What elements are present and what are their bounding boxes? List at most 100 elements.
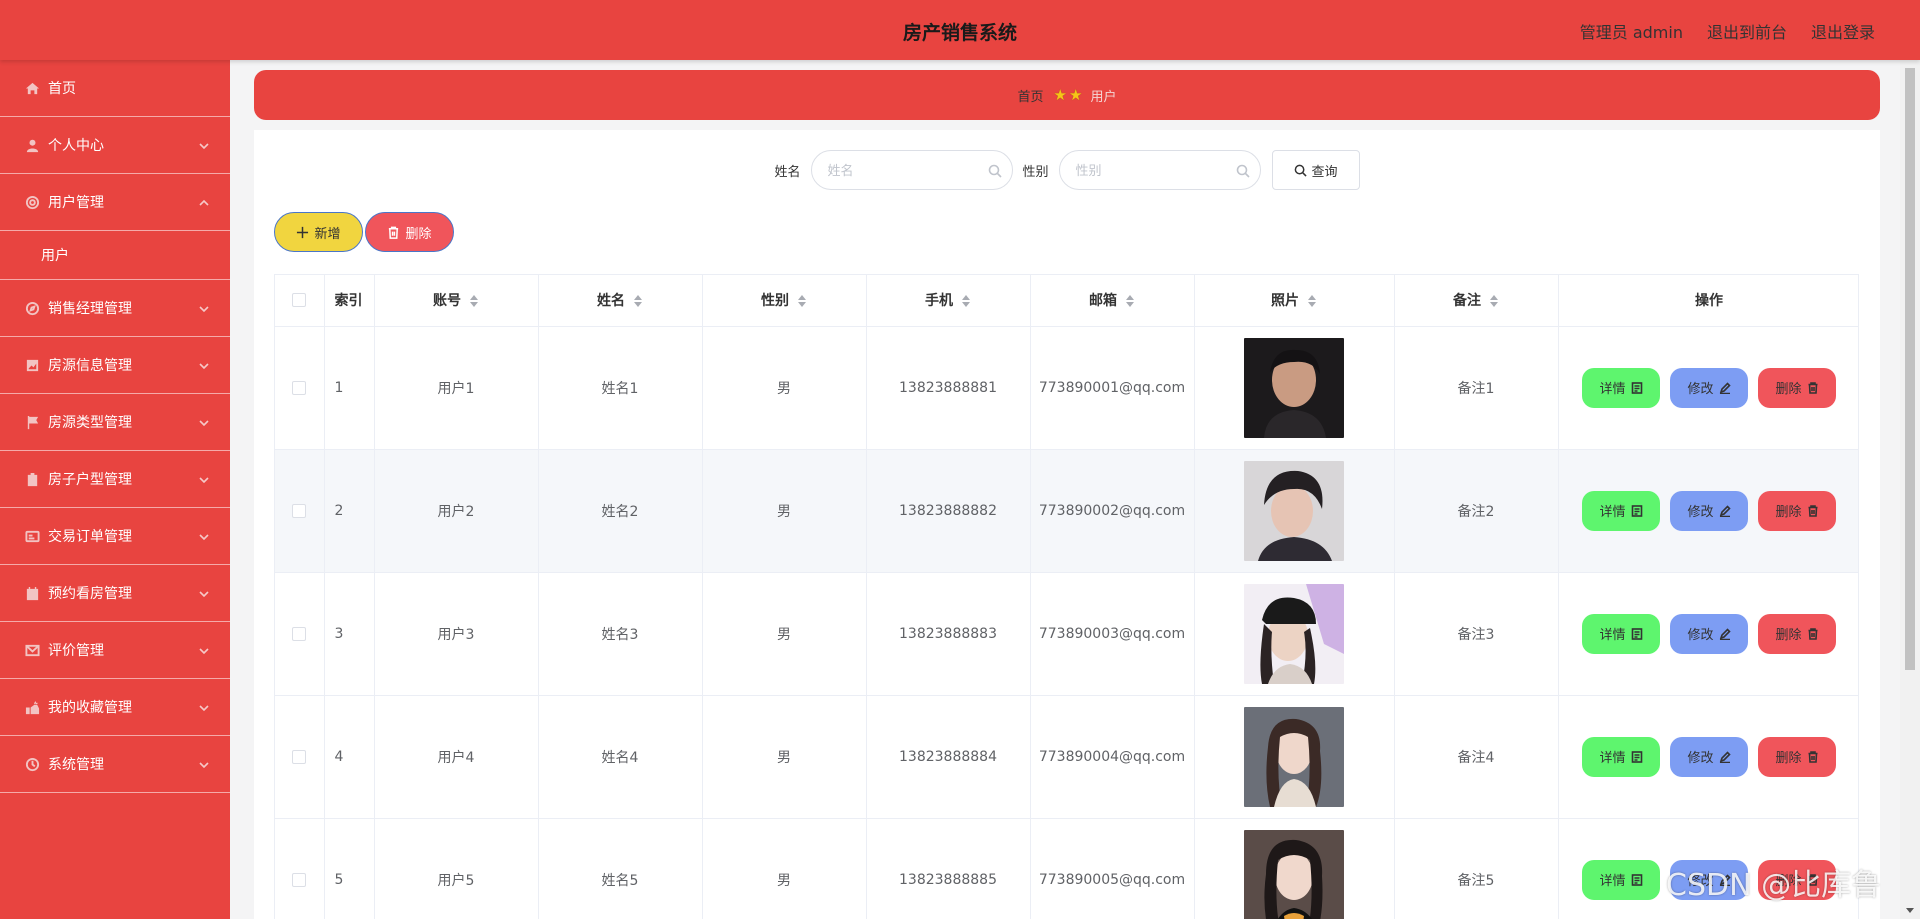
add-button[interactable]: 新增 <box>274 212 363 252</box>
sort-icon[interactable] <box>633 294 643 308</box>
sidebar-subitem-users[interactable]: 用户 <box>0 231 230 280</box>
sidebar-item-system[interactable]: 系统管理 <box>0 736 230 793</box>
cell-index: 5 <box>324 818 375 919</box>
home-icon <box>24 80 40 96</box>
detail-button[interactable]: 详情 <box>1582 613 1660 654</box>
edit-button[interactable]: 修改 <box>1670 736 1748 777</box>
cell-account: 用户3 <box>374 572 539 696</box>
cell-email: 773890005@qq.com <box>1030 818 1195 919</box>
sidebar-item-listing-info[interactable]: 房源信息管理 <box>0 337 230 394</box>
sidebar-item-listing-type[interactable]: 房源类型管理 <box>0 394 230 451</box>
edit-button[interactable]: 修改 <box>1670 490 1748 531</box>
detail-button[interactable]: 详情 <box>1582 859 1660 900</box>
sidebar-item-house-layout[interactable]: 房子户型管理 <box>0 451 230 508</box>
edit-button-label: 修改 <box>1687 751 1714 766</box>
row-checkbox[interactable] <box>292 380 307 395</box>
sidebar-item-label: 房子户型管理 <box>48 472 132 488</box>
edit-button[interactable]: 修改 <box>1670 613 1748 654</box>
document-icon <box>1631 381 1642 394</box>
chevron-down-icon <box>199 701 209 712</box>
delete-button[interactable]: 删除 <box>1758 490 1836 531</box>
breadcrumb-current: 用户 <box>1090 89 1117 105</box>
sidebar-item-favorites[interactable]: 我的收藏管理 <box>0 679 230 736</box>
scrollbar-thumb[interactable] <box>1905 68 1915 670</box>
sidebar-item-sales-manager[interactable]: 销售经理管理 <box>0 280 230 337</box>
user-photo[interactable] <box>1244 829 1344 919</box>
column-header-remark[interactable]: 备注 <box>1394 275 1559 327</box>
detail-button-label: 详情 <box>1599 628 1626 643</box>
delete-button[interactable]: 删除 <box>1758 736 1836 777</box>
user-photo[interactable] <box>1244 583 1344 684</box>
column-header-label: 姓名 <box>597 293 625 310</box>
logout-link[interactable]: 退出登录 <box>1811 19 1875 43</box>
sort-icon[interactable] <box>1307 294 1317 308</box>
column-header-name[interactable]: 姓名 <box>538 275 703 327</box>
header-actions: 管理员 admin 退出到前台 退出登录 <box>1580 19 1875 43</box>
pencil-icon <box>1719 627 1731 640</box>
cell-index: 4 <box>324 695 375 819</box>
breadcrumb-home[interactable]: 首页 <box>1018 86 1044 105</box>
user-photo[interactable] <box>1244 460 1344 561</box>
chevron-down-icon <box>199 587 209 598</box>
cell-email: 773890002@qq.com <box>1030 449 1195 573</box>
sort-icon[interactable] <box>1125 294 1135 308</box>
row-checkbox[interactable] <box>292 626 307 641</box>
cell-photo <box>1194 695 1395 819</box>
query-button[interactable]: 查询 <box>1271 150 1360 190</box>
flag-icon <box>24 414 40 430</box>
delete-button-label: 删除 <box>1775 751 1802 766</box>
delete-button[interactable]: 删除 <box>1758 367 1836 408</box>
row-select-cell <box>275 695 325 819</box>
detail-button[interactable]: 详情 <box>1582 490 1660 531</box>
cell-name: 姓名4 <box>538 695 703 819</box>
sidebar-item-viewing[interactable]: 预约看房管理 <box>0 565 230 622</box>
batch-delete-button[interactable]: 删除 <box>365 212 454 252</box>
row-checkbox[interactable] <box>292 872 307 887</box>
sidebar-item-home[interactable]: 首页 <box>0 60 230 117</box>
sidebar-item-label: 房源信息管理 <box>48 358 132 374</box>
edit-button[interactable]: 修改 <box>1670 367 1748 408</box>
user-icon <box>24 137 40 153</box>
sort-icon[interactable] <box>469 294 479 308</box>
column-header-email[interactable]: 邮箱 <box>1030 275 1195 327</box>
user-photo[interactable] <box>1244 337 1344 438</box>
name-search-label: 姓名 <box>774 164 801 180</box>
sidebar-item-label: 房源类型管理 <box>48 415 132 431</box>
pencil-icon <box>1719 750 1731 763</box>
sort-icon[interactable] <box>1489 294 1499 308</box>
column-header-index: 索引 <box>324 275 375 327</box>
page-scrollbar[interactable] <box>1900 60 1920 919</box>
user-photo[interactable] <box>1244 706 1344 807</box>
column-header-label: 邮箱 <box>1089 293 1117 310</box>
sidebar-item-profile[interactable]: 个人中心 <box>0 117 230 174</box>
column-header-phone[interactable]: 手机 <box>866 275 1031 327</box>
select-all-checkbox[interactable] <box>292 293 307 308</box>
column-header-label: 手机 <box>925 293 953 310</box>
sidebar-item-orders[interactable]: 交易订单管理 <box>0 508 230 565</box>
delete-button[interactable]: 删除 <box>1758 613 1836 654</box>
column-header-photo[interactable]: 照片 <box>1194 275 1395 327</box>
row-checkbox[interactable] <box>292 503 307 518</box>
cell-remark: 备注2 <box>1394 449 1559 573</box>
search-icon <box>1294 164 1307 177</box>
column-header-account[interactable]: 账号 <box>374 275 539 327</box>
detail-button[interactable]: 详情 <box>1582 736 1660 777</box>
column-header-gender[interactable]: 性别 <box>702 275 867 327</box>
sort-icon[interactable] <box>961 294 971 308</box>
cell-account: 用户4 <box>374 695 539 819</box>
table-row: 3 用户3 姓名3 男 13823888883 773890003@qq.com… <box>275 572 1858 696</box>
row-checkbox[interactable] <box>292 749 307 764</box>
sidebar-item-user-management[interactable]: 用户管理 <box>0 174 230 231</box>
scroll-down-icon[interactable] <box>1906 908 1914 913</box>
sidebar: 首页 个人中心 用户管理 用户 销售经理管理 房源信息管理 房源类型管理 房子户… <box>0 60 230 919</box>
sidebar-subitem-label: 用户 <box>41 248 69 264</box>
front-link[interactable]: 退出到前台 <box>1707 19 1787 43</box>
chevron-down-icon <box>199 758 209 769</box>
detail-button[interactable]: 详情 <box>1582 367 1660 408</box>
sort-icon[interactable] <box>797 294 807 308</box>
gender-search-input[interactable] <box>1075 161 1226 181</box>
cell-operations: 详情 修改 删除 <box>1558 449 1858 573</box>
breadcrumb-star-separator: ★★ <box>1053 86 1085 104</box>
sidebar-item-reviews[interactable]: 评价管理 <box>0 622 230 679</box>
name-search-input[interactable] <box>827 161 978 181</box>
